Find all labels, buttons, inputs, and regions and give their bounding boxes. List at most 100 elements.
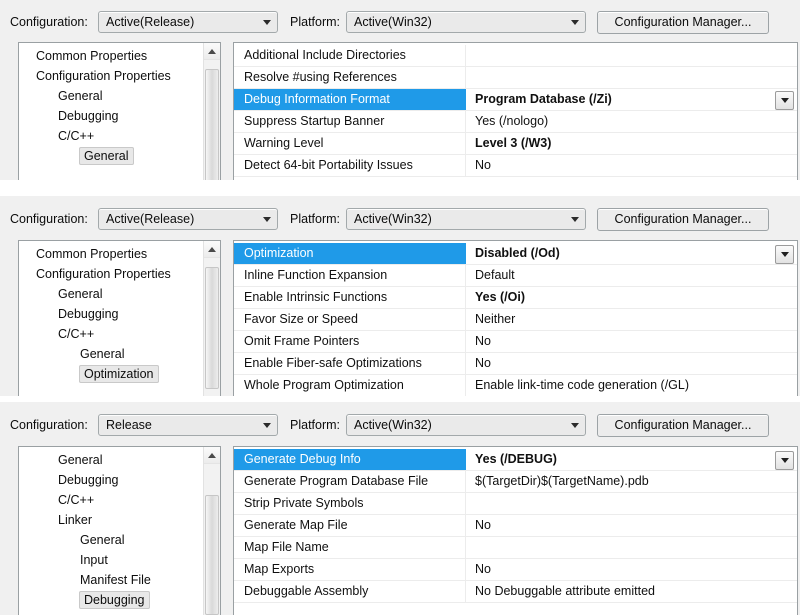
property-grid[interactable]: Additional Include Directories Resolve #… xyxy=(233,42,798,180)
tree-item-c-c[interactable]: C/C++ xyxy=(19,324,203,344)
tree-item-general[interactable]: General xyxy=(19,344,203,364)
property-row-inline-function-expansion[interactable]: Inline Function Expansion Default xyxy=(234,265,797,287)
configuration-combobox[interactable]: Release xyxy=(98,414,278,436)
chevron-down-icon[interactable] xyxy=(775,91,794,110)
tree-item-c-c[interactable]: C/C++ xyxy=(19,490,203,510)
tree-scrollbar-thumb[interactable] xyxy=(205,495,219,615)
tree-scrollbar[interactable] xyxy=(203,43,220,180)
configuration-manager-button[interactable]: Configuration Manager... xyxy=(597,413,769,437)
properties-tree[interactable]: General Debugging C/C++ Linker General I… xyxy=(18,446,221,615)
chevron-down-icon[interactable] xyxy=(571,423,579,428)
tree-item-debugging[interactable]: Debugging xyxy=(19,106,203,126)
property-value[interactable]: No xyxy=(466,559,797,580)
property-row-suppress-startup-banner[interactable]: Suppress Startup Banner Yes (/nologo) xyxy=(234,111,797,133)
property-grid[interactable]: Generate Debug Info Yes (/DEBUG) Generat… xyxy=(233,446,798,615)
tree-item-c-c[interactable]: C/C++ xyxy=(19,126,203,146)
tree-scrollbar-thumb[interactable] xyxy=(205,69,219,180)
property-value[interactable]: No xyxy=(466,515,797,536)
property-row-map-file-name[interactable]: Map File Name xyxy=(234,537,797,559)
property-value[interactable]: No xyxy=(466,155,797,176)
chevron-down-icon[interactable] xyxy=(775,451,794,470)
properties-tree[interactable]: Common Properties Configuration Properti… xyxy=(18,42,221,180)
property-grid[interactable]: Optimization Disabled (/Od) Inline Funct… xyxy=(233,240,798,396)
property-value[interactable]: Default xyxy=(466,265,797,286)
tree-item-general[interactable]: General xyxy=(19,86,203,106)
property-value[interactable]: Yes (/Oi) xyxy=(466,287,797,308)
property-pages-panel-1: Configuration: Active(Release) Platform:… xyxy=(0,0,800,180)
property-row-enable-intrinsic-functions[interactable]: Enable Intrinsic Functions Yes (/Oi) xyxy=(234,287,797,309)
chevron-down-icon[interactable] xyxy=(571,20,579,25)
tree-item-configuration-properties[interactable]: Configuration Properties xyxy=(19,264,203,284)
platform-combobox[interactable]: Active(Win32) xyxy=(346,414,586,436)
tree-item-input[interactable]: Input xyxy=(19,550,203,570)
property-value[interactable] xyxy=(466,493,797,514)
property-row-generate-program-database-file[interactable]: Generate Program Database File $(TargetD… xyxy=(234,471,797,493)
scroll-up-arrow-icon[interactable] xyxy=(204,241,220,258)
tree-item-general[interactable]: General xyxy=(19,284,203,304)
property-row-whole-program-optimization[interactable]: Whole Program Optimization Enable link-t… xyxy=(234,375,797,396)
property-value[interactable]: Enable link-time code generation (/GL) xyxy=(466,375,797,396)
property-value[interactable] xyxy=(466,537,797,558)
platform-combobox[interactable]: Active(Win32) xyxy=(346,11,586,33)
property-row-enable-fiber-safe-optimizations[interactable]: Enable Fiber-safe Optimizations No xyxy=(234,353,797,375)
tree-item-manifest-file[interactable]: Manifest File xyxy=(19,570,203,590)
tree-item-debugging[interactable]: Debugging xyxy=(19,590,203,610)
scroll-up-arrow-icon[interactable] xyxy=(204,43,220,60)
tree-item-general[interactable]: General xyxy=(19,450,203,470)
configuration-combobox[interactable]: Active(Release) xyxy=(98,11,278,33)
property-grid-rows: Additional Include Directories Resolve #… xyxy=(234,45,797,177)
property-value[interactable]: No Debuggable attribute emitted xyxy=(466,581,797,602)
property-value[interactable]: Yes (/nologo) xyxy=(466,111,797,132)
chevron-down-icon[interactable] xyxy=(571,217,579,222)
chevron-down-icon[interactable] xyxy=(263,217,271,222)
property-row-debug-information-format[interactable]: Debug Information Format Program Databas… xyxy=(234,89,797,111)
property-value[interactable]: $(TargetDir)$(TargetName).pdb xyxy=(466,471,797,492)
property-row-warning-level[interactable]: Warning Level Level 3 (/W3) xyxy=(234,133,797,155)
chevron-down-icon[interactable] xyxy=(263,20,271,25)
chevron-down-icon[interactable] xyxy=(263,423,271,428)
tree-item-optimization[interactable]: Optimization xyxy=(19,364,203,384)
configuration-manager-button[interactable]: Configuration Manager... xyxy=(597,10,769,34)
property-value[interactable]: No xyxy=(466,331,797,352)
tree-item-linker[interactable]: Linker xyxy=(19,510,203,530)
property-row-resolve-using-references[interactable]: Resolve #using References xyxy=(234,67,797,89)
configuration-manager-button[interactable]: Configuration Manager... xyxy=(597,207,769,231)
tree-item-common-properties[interactable]: Common Properties xyxy=(19,244,203,264)
property-value[interactable]: Level 3 (/W3) xyxy=(466,133,797,154)
tree-item-general[interactable]: General xyxy=(19,530,203,550)
property-row-strip-private-symbols[interactable]: Strip Private Symbols xyxy=(234,493,797,515)
property-row-generate-debug-info[interactable]: Generate Debug Info Yes (/DEBUG) xyxy=(234,449,797,471)
property-row-optimization[interactable]: Optimization Disabled (/Od) xyxy=(234,243,797,265)
tree-scrollbar[interactable] xyxy=(203,447,220,615)
chevron-down-icon[interactable] xyxy=(775,245,794,264)
tree-item-common-properties[interactable]: Common Properties xyxy=(19,46,203,66)
tree-item-label: Optimization xyxy=(79,365,160,383)
property-value[interactable]: Neither xyxy=(466,309,797,330)
tree-item-general[interactable]: General xyxy=(19,146,203,166)
tree-item-label: Debugging xyxy=(58,473,119,487)
properties-tree[interactable]: Common Properties Configuration Properti… xyxy=(18,240,221,396)
property-row-debuggable-assembly[interactable]: Debuggable Assembly No Debuggable attrib… xyxy=(234,581,797,603)
property-value[interactable]: Yes (/DEBUG) xyxy=(466,449,797,470)
property-value[interactable] xyxy=(466,67,797,88)
platform-combobox[interactable]: Active(Win32) xyxy=(346,208,586,230)
tree-item-debugging[interactable]: Debugging xyxy=(19,304,203,324)
property-value[interactable]: No xyxy=(466,353,797,374)
configuration-combobox[interactable]: Active(Release) xyxy=(98,208,278,230)
tree-item-debugging[interactable]: Debugging xyxy=(19,470,203,490)
property-row-favor-size-or-speed[interactable]: Favor Size or Speed Neither xyxy=(234,309,797,331)
property-row-generate-map-file[interactable]: Generate Map File No xyxy=(234,515,797,537)
property-name: Omit Frame Pointers xyxy=(234,331,466,352)
property-value[interactable]: Program Database (/Zi) xyxy=(466,89,797,110)
property-value[interactable]: Disabled (/Od) xyxy=(466,243,797,264)
property-value[interactable] xyxy=(466,45,797,66)
tree-scrollbar[interactable] xyxy=(203,241,220,396)
property-row-map-exports[interactable]: Map Exports No xyxy=(234,559,797,581)
property-row-omit-frame-pointers[interactable]: Omit Frame Pointers No xyxy=(234,331,797,353)
property-row-additional-include-directories[interactable]: Additional Include Directories xyxy=(234,45,797,67)
tree-item-configuration-properties[interactable]: Configuration Properties xyxy=(19,66,203,86)
property-name: Favor Size or Speed xyxy=(234,309,466,330)
scroll-up-arrow-icon[interactable] xyxy=(204,447,220,464)
property-row-detect-64-bit-portability-issues[interactable]: Detect 64-bit Portability Issues No xyxy=(234,155,797,177)
tree-scrollbar-thumb[interactable] xyxy=(205,267,219,389)
